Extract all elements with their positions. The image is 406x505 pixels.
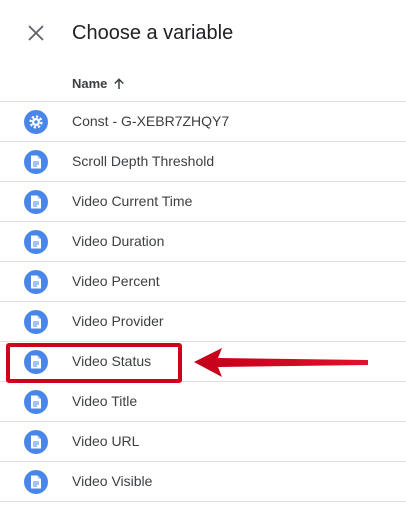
document-icon: [24, 350, 48, 374]
variable-row-label: Scroll Depth Threshold: [72, 153, 215, 169]
document-icon: [24, 230, 48, 254]
document-icon: [24, 430, 48, 454]
variable-row-video-url[interactable]: Video URL: [0, 422, 406, 462]
variable-row-video-duration[interactable]: Video Duration: [0, 222, 406, 262]
variable-list: Const - G-XEBR7ZHQY7 Scroll Depth Thresh…: [0, 102, 406, 502]
document-icon: [24, 190, 48, 214]
gear-icon: [24, 110, 48, 134]
arrow-up-icon: [114, 77, 125, 89]
variable-row-label: Video Title: [72, 393, 138, 409]
close-icon: [28, 25, 44, 41]
variable-row-label: Video URL: [72, 433, 140, 449]
variable-row-video-status[interactable]: Video Status: [0, 342, 406, 382]
document-icon: [24, 310, 48, 334]
variable-row-label: Const - G-XEBR7ZHQY7: [72, 113, 230, 129]
variable-row-video-percent[interactable]: Video Percent: [0, 262, 406, 302]
variable-row-label: Video Status: [72, 353, 152, 369]
variable-row-video-provider[interactable]: Video Provider: [0, 302, 406, 342]
column-header-label: Name: [72, 76, 108, 91]
variable-row-label: Video Current Time: [72, 193, 193, 209]
column-header-name[interactable]: Name: [72, 76, 125, 91]
document-icon: [24, 390, 48, 414]
variable-row-label: Video Visible: [72, 473, 153, 489]
variable-row-label: Video Duration: [72, 233, 165, 249]
variable-row-label: Video Provider: [72, 313, 164, 329]
close-button[interactable]: [22, 19, 50, 47]
document-icon: [24, 470, 48, 494]
variable-row-video-title[interactable]: Video Title: [0, 382, 406, 422]
variable-row-video-current-time[interactable]: Video Current Time: [0, 182, 406, 222]
dialog-header: Choose a variable: [0, 0, 406, 66]
table-header: Name: [0, 66, 406, 102]
variable-row-const[interactable]: Const - G-XEBR7ZHQY7: [0, 102, 406, 142]
dialog-title: Choose a variable: [72, 22, 234, 44]
variable-row-scroll-depth-threshold[interactable]: Scroll Depth Threshold: [0, 142, 406, 182]
variable-row-label: Video Percent: [72, 273, 160, 289]
document-icon: [24, 270, 48, 294]
document-icon: [24, 150, 48, 174]
variable-row-video-visible[interactable]: Video Visible: [0, 462, 406, 502]
